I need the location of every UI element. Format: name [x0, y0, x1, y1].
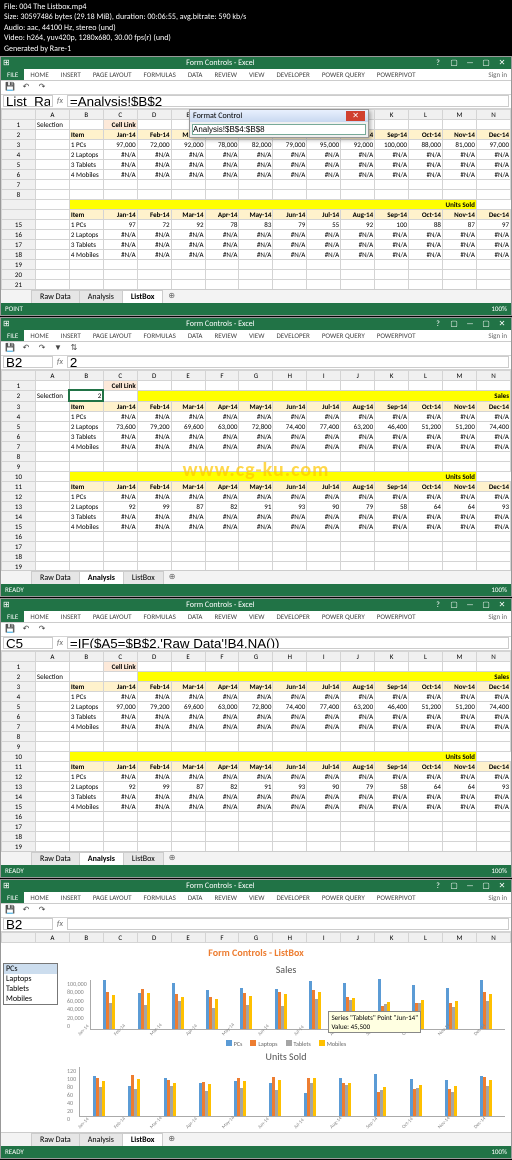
maximize-button[interactable]: ▢: [479, 58, 493, 68]
sheet-tab-listbox[interactable]: ListBox: [122, 290, 164, 303]
format-control-dialog[interactable]: Format Control ✕: [189, 109, 369, 138]
zoom-level[interactable]: 100%: [491, 304, 507, 313]
excel-icon: ⊞: [3, 58, 10, 68]
tab-view[interactable]: VIEW: [243, 69, 270, 80]
dialog-close-button[interactable]: ✕: [346, 111, 365, 121]
formula-bar[interactable]: [67, 356, 509, 368]
save-icon[interactable]: 💾: [5, 343, 15, 353]
name-box[interactable]: [3, 918, 53, 930]
fx-icon[interactable]: fx: [53, 357, 67, 367]
sort-icon[interactable]: ⇅: [69, 343, 79, 353]
help-icon[interactable]: ?: [431, 58, 445, 68]
excel-window-4: ⊞Form Controls - Excel ?▢—▢✕ FILE HOMEIN…: [0, 879, 512, 1159]
name-box[interactable]: [3, 356, 53, 368]
spreadsheet-grid[interactable]: ABCDEFGHIJKLMN1Cell Link2SelectionSales3…: [1, 651, 511, 851]
tab-formulas[interactable]: FORMULAS: [138, 69, 182, 80]
save-icon[interactable]: 💾: [5, 82, 15, 92]
sheet-tab-analysis[interactable]: Analysis: [79, 290, 123, 303]
tab-pagelayout[interactable]: PAGE LAYOUT: [87, 69, 138, 80]
sales-chart[interactable]: Sales100,00080,00060,00040,00020,0000Jan…: [61, 963, 511, 1048]
excel-window-1: ⊞ Form Controls - Excel ? ▢ — ▢ ✕ FILE H…: [0, 56, 512, 316]
file-tab[interactable]: FILE: [1, 69, 24, 80]
sheet-tab-bar: Raw Data Analysis ListBox ⊕: [1, 289, 511, 303]
quick-access-toolbar: 💾 ↶ ↷: [1, 81, 511, 95]
units-chart[interactable]: Units Sold120100806040200Jan-14Feb-14Mar…: [61, 1050, 511, 1132]
sheet-tab-rawdata[interactable]: Raw Data: [31, 290, 80, 303]
spreadsheet-grid[interactable]: ABCDEFGHIJKLMN1Cell Link2Selection2Sales…: [1, 370, 511, 570]
tab-review[interactable]: REVIEW: [208, 69, 243, 80]
media-info-header: File: 004 The Listbox.mp4 Size: 30597486…: [0, 0, 512, 56]
redo-icon[interactable]: ↷: [37, 343, 47, 353]
dialog-title: Format Control: [193, 111, 346, 121]
excel-window-2: ⊞Form Controls - Excel ?▢—▢✕ FILE HOMEIN…: [0, 317, 512, 597]
tab-developer[interactable]: DEVELOPER: [270, 69, 315, 80]
formula-bar[interactable]: [67, 918, 509, 930]
filter-icon[interactable]: ▼: [53, 343, 63, 353]
fx-icon[interactable]: fx: [53, 96, 67, 106]
name-box[interactable]: [3, 637, 53, 649]
formula-bar[interactable]: [67, 637, 509, 649]
titlebar: ⊞ Form Controls - Excel ? ▢ — ▢ ✕: [1, 57, 511, 69]
ribbon-toggle-icon[interactable]: ▢: [447, 58, 461, 68]
add-sheet-button[interactable]: ⊕: [162, 291, 181, 301]
redo-icon[interactable]: ↷: [37, 82, 47, 92]
tab-insert[interactable]: INSERT: [55, 69, 87, 80]
dialog-range-input[interactable]: [192, 124, 366, 135]
undo-icon[interactable]: ↶: [21, 82, 31, 92]
close-button[interactable]: ✕: [495, 58, 509, 68]
minimize-button[interactable]: —: [463, 58, 477, 68]
listbox-control[interactable]: PCsLaptopsTabletsMobiles: [3, 963, 58, 1005]
tab-powerquery[interactable]: POWER QUERY: [316, 69, 371, 80]
tab-home[interactable]: HOME: [24, 69, 54, 80]
tab-powerpivot[interactable]: POWERPIVOT: [371, 69, 422, 80]
status-bar: POINT 100%: [1, 303, 511, 315]
signin-link[interactable]: Sign in: [488, 70, 511, 79]
status-mode: POINT: [5, 304, 491, 313]
tab-data[interactable]: DATA: [182, 69, 209, 80]
ribbon-tabs: FILE HOME INSERT PAGE LAYOUT FORMULAS DA…: [1, 69, 511, 81]
window-title: Form Controls - Excel: [10, 58, 431, 68]
excel-window-3: ⊞Form Controls - Excel ?▢—▢✕ FILE HOMEIN…: [0, 598, 512, 878]
column-headers: ABCDEFGHIJKLMN: [1, 932, 511, 943]
page-title: Form Controls - ListBox: [1, 944, 511, 961]
formula-bar[interactable]: [67, 95, 509, 107]
name-box[interactable]: [3, 95, 53, 107]
undo-icon[interactable]: ↶: [21, 343, 31, 353]
